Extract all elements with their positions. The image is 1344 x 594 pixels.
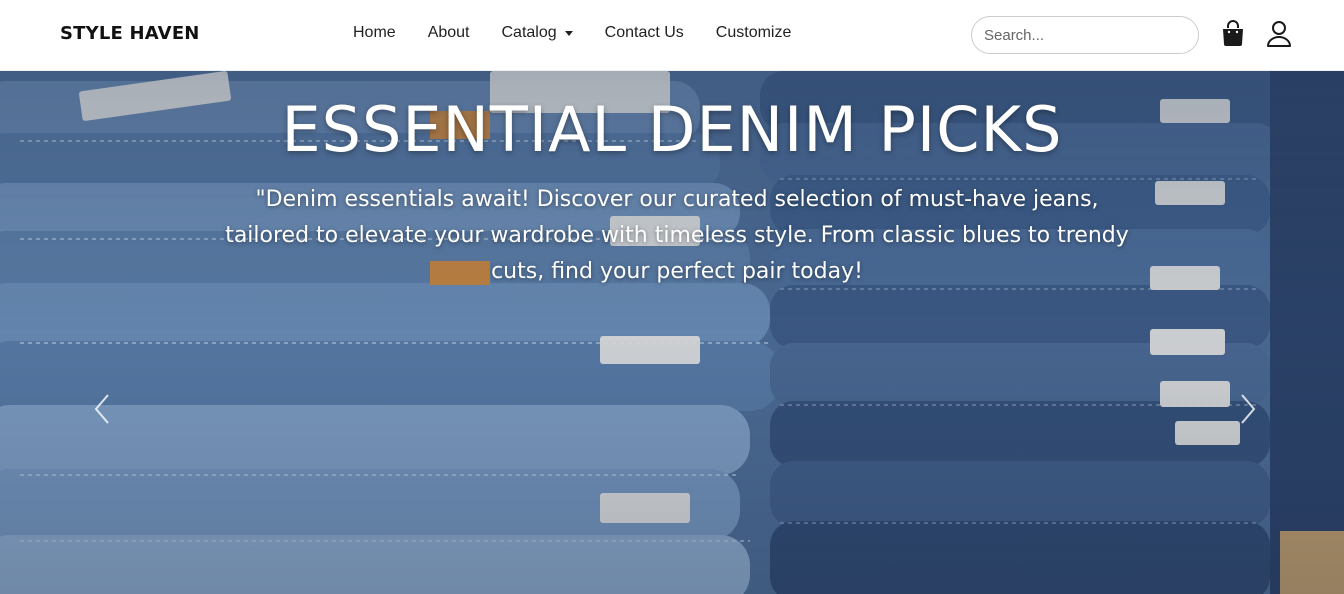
navbar: STYLE HAVEN Home About Catalog Contact U…: [0, 0, 1344, 71]
shopping-bag-icon[interactable]: [1221, 20, 1247, 48]
brand-logo[interactable]: STYLE HAVEN: [60, 23, 200, 44]
nav-link-customize[interactable]: Customize: [716, 24, 792, 42]
hero-carousel: ESSENTIAL DENIM PICKS "Denim essentials …: [0, 71, 1344, 594]
carousel-next-button[interactable]: [1228, 389, 1268, 429]
nav-link-label: Contact Us: [604, 24, 684, 41]
chevron-right-icon: [1241, 394, 1256, 424]
nav-link-label: About: [427, 24, 470, 41]
caret-down-icon: [564, 30, 573, 36]
nav-link-label: Customize: [715, 24, 792, 41]
hero-headline: ESSENTIAL DENIM PICKS: [281, 93, 1063, 166]
search-input[interactable]: [971, 16, 1199, 54]
hero-description: "Denim essentials await! Discover our cu…: [225, 187, 1129, 284]
nav-link-label: Home: [353, 24, 396, 41]
nav-link-about[interactable]: About: [428, 24, 470, 42]
carousel-prev-button[interactable]: [82, 389, 122, 429]
nav-link-contact[interactable]: Contact Us: [605, 24, 684, 42]
nav-link-home[interactable]: Home: [353, 24, 396, 42]
nav-dropdown-catalog[interactable]: Catalog: [502, 24, 573, 42]
main-nav: Home About Catalog Contact Us Customize: [353, 24, 823, 42]
chevron-left-icon: [94, 394, 109, 424]
user-icon[interactable]: [1266, 20, 1292, 48]
nav-link-label: Catalog: [501, 24, 557, 41]
